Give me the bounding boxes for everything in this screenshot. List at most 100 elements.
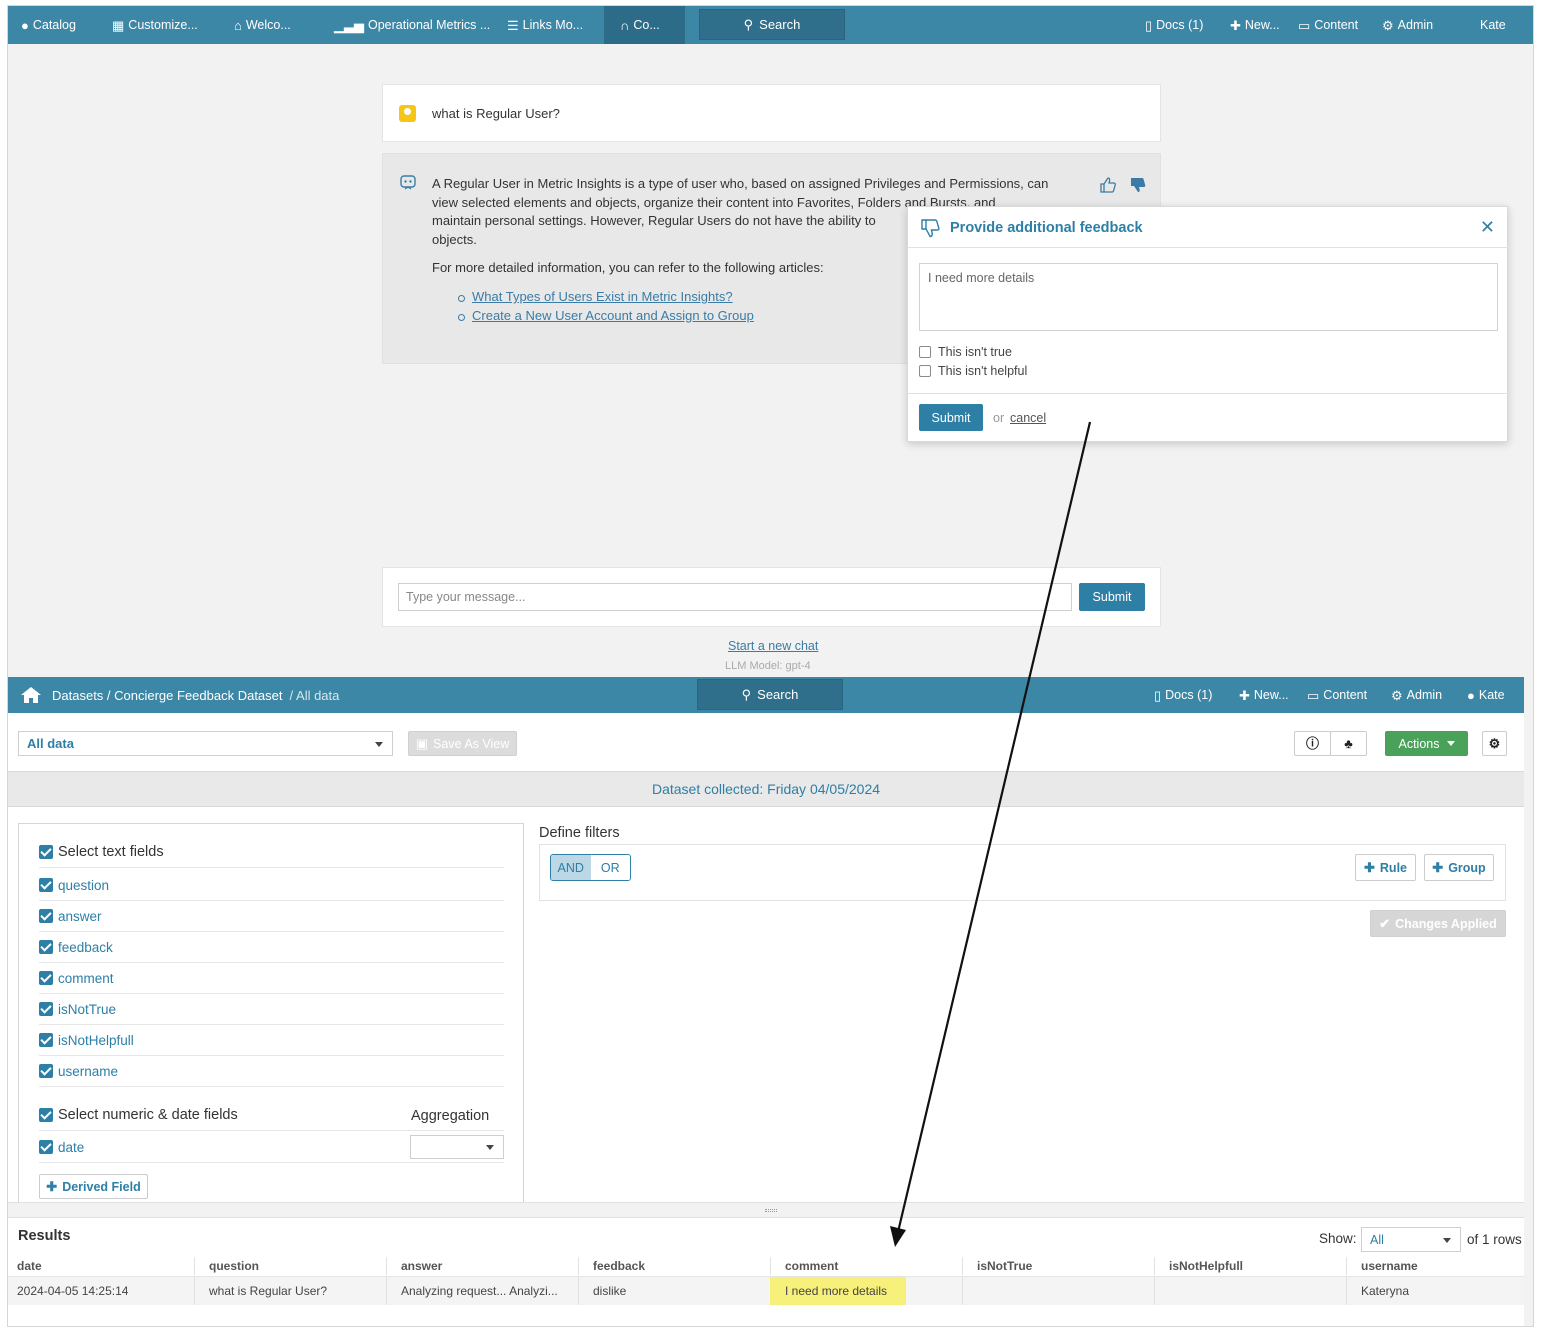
user-avatar-icon: [399, 105, 416, 122]
and-toggle[interactable]: AND: [551, 855, 591, 880]
table-row[interactable]: 2024-04-05 14:25:14 what is Regular User…: [8, 1277, 1524, 1305]
popup-submit-button[interactable]: Submit: [919, 404, 983, 431]
answer-line-3: maintain personal settings. However, Reg…: [432, 213, 876, 228]
message-input[interactable]: Type your message...: [398, 583, 1072, 611]
clipboard-icon: ▯: [1154, 687, 1162, 703]
search-button[interactable]: ⚲ Search: [699, 9, 845, 40]
text-fields-header[interactable]: Select text fields: [39, 837, 504, 868]
column-header-isnottrue[interactable]: isNotTrue: [977, 1259, 1032, 1273]
cancel-link[interactable]: cancel: [1010, 409, 1046, 428]
thumbs-down-icon[interactable]: [1129, 176, 1147, 194]
derived-field-button[interactable]: ✚ Derived Field: [39, 1174, 148, 1199]
search-icon: ⚲: [741, 687, 752, 702]
column-header-isnothelpfull[interactable]: isNotHelpfull: [1169, 1259, 1243, 1273]
nav-admin[interactable]: ⚙ Admin: [1382, 6, 1433, 44]
field-answer[interactable]: answer: [39, 901, 504, 932]
close-icon[interactable]: ✕: [1480, 217, 1495, 238]
nav-content[interactable]: ▭ Content: [1298, 6, 1358, 44]
add-group-button[interactable]: ✚ Group: [1424, 854, 1494, 881]
checkbox-checked[interactable]: [39, 1002, 53, 1016]
article-link-create-user[interactable]: Create a New User Account and Assign to …: [472, 308, 754, 323]
checkbox-checked[interactable]: [39, 1033, 53, 1047]
aggregation-select[interactable]: [410, 1135, 504, 1159]
show-rows-select[interactable]: All: [1361, 1227, 1461, 1252]
article-links: What Types of Users Exist in Metric Insi…: [456, 288, 754, 325]
cell-isnothelpfull: [1154, 1277, 1347, 1305]
column-header-date[interactable]: date: [17, 1259, 42, 1273]
checkbox-checked[interactable]: [39, 971, 53, 985]
nav-docs[interactable]: ▯ Docs (1): [1145, 6, 1203, 44]
add-rule-button[interactable]: ✚ Rule: [1355, 854, 1416, 881]
info-button[interactable]: ⓘ: [1294, 731, 1331, 756]
start-new-chat-link[interactable]: Start a new chat: [728, 637, 818, 656]
search-icon: ⚲: [743, 17, 754, 32]
actions-button[interactable]: Actions: [1385, 731, 1468, 756]
divider: [962, 1257, 963, 1275]
checkbox-checked[interactable]: [39, 940, 53, 954]
column-header-feedback[interactable]: feedback: [593, 1259, 645, 1273]
field-question[interactable]: question: [39, 870, 504, 901]
checkbox-checked[interactable]: [39, 1140, 53, 1154]
or-toggle[interactable]: OR: [590, 855, 630, 880]
article-link-user-types[interactable]: What Types of Users Exist in Metric Insi…: [472, 289, 733, 304]
nav-customize[interactable]: ▦ Customize...: [112, 6, 198, 44]
dataset-app-bar: Datasets / Concierge Feedback Dataset / …: [8, 677, 1524, 713]
check-icon: ✔: [1379, 916, 1391, 931]
resize-splitter[interactable]: [8, 1202, 1524, 1218]
column-header-answer[interactable]: answer: [401, 1259, 442, 1273]
thumbs-up-icon[interactable]: [1099, 176, 1117, 194]
checkbox[interactable]: [919, 365, 931, 377]
field-feedback[interactable]: feedback: [39, 932, 504, 963]
column-header-comment[interactable]: comment: [785, 1259, 838, 1273]
nav-welcome[interactable]: ⌂ Welco...: [234, 6, 291, 44]
nav-operational-metrics[interactable]: ▁▃▅ Operational Metrics ...: [334, 6, 490, 44]
home-button[interactable]: [20, 677, 42, 713]
field-comment[interactable]: comment: [39, 963, 504, 994]
field-username[interactable]: username: [39, 1056, 504, 1087]
dataset-nav-content[interactable]: ▭ Content: [1307, 677, 1367, 713]
dataset-nav-admin[interactable]: ⚙ Admin: [1391, 677, 1442, 713]
home-icon: [21, 687, 41, 703]
option-not-helpful[interactable]: This isn't helpful: [919, 364, 1027, 378]
nav-new[interactable]: ✚ New...: [1230, 6, 1280, 44]
lineage-button[interactable]: ♣: [1330, 731, 1367, 756]
show-label: Show:: [1319, 1231, 1357, 1246]
column-header-username[interactable]: username: [1361, 1259, 1418, 1273]
chevron-down-icon: [375, 741, 383, 747]
question-text: what is Regular User?: [432, 106, 560, 121]
or-text: or: [993, 411, 1005, 425]
dataset-nav-docs[interactable]: ▯ Docs (1): [1154, 677, 1212, 713]
message-submit-button[interactable]: Submit: [1079, 583, 1145, 611]
gear-icon: ⚙: [1382, 17, 1394, 33]
checkbox[interactable]: [919, 346, 931, 358]
results-table-header: date question answer feedback comment is…: [8, 1255, 1524, 1277]
checkbox-checked[interactable]: [39, 878, 53, 892]
breadcrumb-path[interactable]: Datasets / Concierge Feedback Dataset: [52, 688, 283, 703]
changes-applied-button[interactable]: ✔ Changes Applied: [1370, 910, 1506, 937]
checkbox-checked[interactable]: [39, 1064, 53, 1078]
field-isnothelpfull[interactable]: isNotHelpfull: [39, 1025, 504, 1056]
field-isnottrue[interactable]: isNotTrue: [39, 994, 504, 1025]
top-nav: ● Catalog ▦ Customize... ⌂ Welco... ▁▃▅ …: [8, 6, 1533, 44]
dataset-nav-new[interactable]: ✚ New...: [1239, 677, 1289, 713]
feedback-textarea[interactable]: I need more details: [919, 263, 1498, 331]
checkbox-checked[interactable]: [39, 845, 53, 859]
option-not-true[interactable]: This isn't true: [919, 345, 1012, 359]
dataset-nav-user[interactable]: ● Kate: [1467, 677, 1505, 713]
save-as-view-button[interactable]: ▣ Save As View: [408, 731, 517, 756]
nav-concierge[interactable]: ∩ Co...: [604, 6, 685, 44]
and-or-toggle: AND OR: [550, 854, 631, 881]
settings-button[interactable]: ⚙: [1482, 731, 1507, 756]
checkbox-checked[interactable]: [39, 909, 53, 923]
checkbox-checked[interactable]: [39, 1108, 53, 1122]
plus-icon: ✚: [1239, 687, 1250, 703]
popup-title: Provide additional feedback: [950, 220, 1143, 236]
nav-links[interactable]: ☰ Links Mo...: [507, 6, 583, 44]
divider: [386, 1257, 387, 1275]
nav-catalog[interactable]: ● Catalog: [21, 6, 76, 44]
column-header-question[interactable]: question: [209, 1259, 259, 1273]
dataset-search-button[interactable]: ⚲ Search: [697, 679, 843, 710]
nav-user[interactable]: Kate: [1480, 6, 1506, 44]
chevron-down-icon: [486, 1145, 494, 1150]
view-select[interactable]: All data: [18, 731, 393, 756]
